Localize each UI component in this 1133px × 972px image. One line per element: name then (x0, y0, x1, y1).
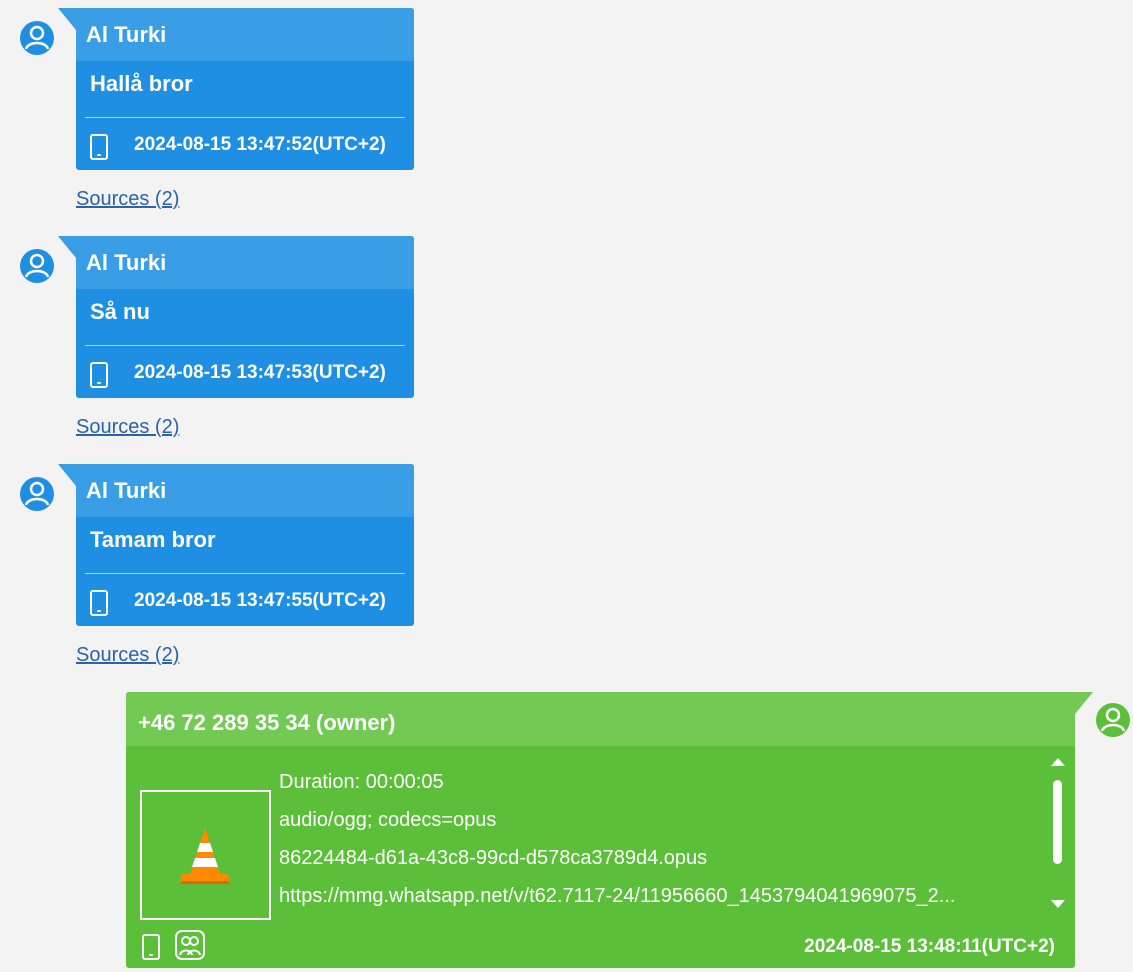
message-footer: 2024-08-15 13:47:52(UTC+2) (76, 128, 414, 164)
phone-icon (90, 590, 108, 616)
scrollbar-thumb[interactable] (1053, 780, 1062, 864)
media-thumbnail[interactable] (140, 790, 271, 920)
divider (85, 573, 405, 574)
owner-message-bubble: +46 72 289 35 34 (owner) Duration: 00:00… (126, 692, 1093, 968)
vlc-cone-icon (180, 828, 230, 884)
group-icon (175, 930, 205, 960)
sender-name: Al Turki (86, 478, 167, 503)
message-header: +46 72 289 35 34 (owner) (126, 692, 1093, 746)
phone-icon (90, 362, 108, 388)
sender-name: Al Turki (86, 250, 167, 275)
attachment-details: Duration: 00:00:05 audio/ogg; codecs=opu… (279, 767, 955, 919)
attachment-filename: 86224484-d61a-43c8-99cd-d578ca3789d4.opu… (279, 847, 708, 869)
sender-name: Al Turki (86, 22, 167, 47)
message-text: Så nu (90, 299, 150, 324)
bubble-notch (58, 236, 76, 258)
message-header: Al Turki (58, 464, 414, 517)
message-header: Al Turki (58, 236, 414, 289)
attachment-duration: Duration: 00:00:05 (279, 771, 444, 793)
message-footer: 2024-08-15 13:47:55(UTC+2) (76, 584, 414, 620)
sources-link[interactable]: Sources (2) (76, 644, 179, 667)
phone-icon (90, 134, 108, 160)
message-bubble: Al Turki Tamam bror 2024-08-15 13:47:55(… (58, 464, 414, 626)
user-avatar-icon (20, 477, 54, 511)
message-bubble: Al Turki Hallå bror 2024-08-15 13:47:52(… (58, 8, 414, 170)
divider (85, 117, 405, 118)
attachment-mime: audio/ogg; codecs=opus (279, 809, 497, 831)
owner-avatar-icon (1096, 703, 1130, 737)
message-header: Al Turki (58, 8, 414, 61)
message-footer: 2024-08-15 13:47:53(UTC+2) (76, 356, 414, 392)
scroll-up-arrow-icon[interactable] (1051, 758, 1065, 766)
sender-name: +46 72 289 35 34 (owner) (138, 710, 396, 735)
message-1: Al Turki Hallå bror 2024-08-15 13:47:52(… (0, 0, 420, 215)
scroll-down-arrow-icon[interactable] (1051, 900, 1065, 908)
divider (85, 345, 405, 346)
bubble-notch (58, 464, 76, 486)
sources-link[interactable]: Sources (2) (76, 416, 179, 439)
message-bubble: Al Turki Så nu 2024-08-15 13:47:53(UTC+2… (58, 236, 414, 398)
message-timestamp: 2024-08-15 13:47:53(UTC+2) (134, 362, 386, 383)
sources-link[interactable]: Sources (2) (76, 188, 179, 211)
message-timestamp: 2024-08-15 13:47:52(UTC+2) (134, 134, 386, 155)
message-text: Tamam bror (90, 527, 216, 552)
message-2: Al Turki Så nu 2024-08-15 13:47:53(UTC+2… (0, 228, 420, 443)
message-text: Hallå bror (90, 71, 193, 96)
user-avatar-icon (20, 21, 54, 55)
message-timestamp: 2024-08-15 13:48:11(UTC+2) (804, 936, 1055, 957)
message-3: Al Turki Tamam bror 2024-08-15 13:47:55(… (0, 456, 420, 671)
user-avatar-icon (20, 249, 54, 283)
phone-icon (142, 934, 160, 960)
bubble-notch (1075, 692, 1093, 714)
attachment-url: https://mmg.whatsapp.net/v/t62.7117-24/1… (279, 885, 956, 907)
message-timestamp: 2024-08-15 13:47:55(UTC+2) (134, 590, 386, 611)
bubble-notch (58, 8, 76, 30)
